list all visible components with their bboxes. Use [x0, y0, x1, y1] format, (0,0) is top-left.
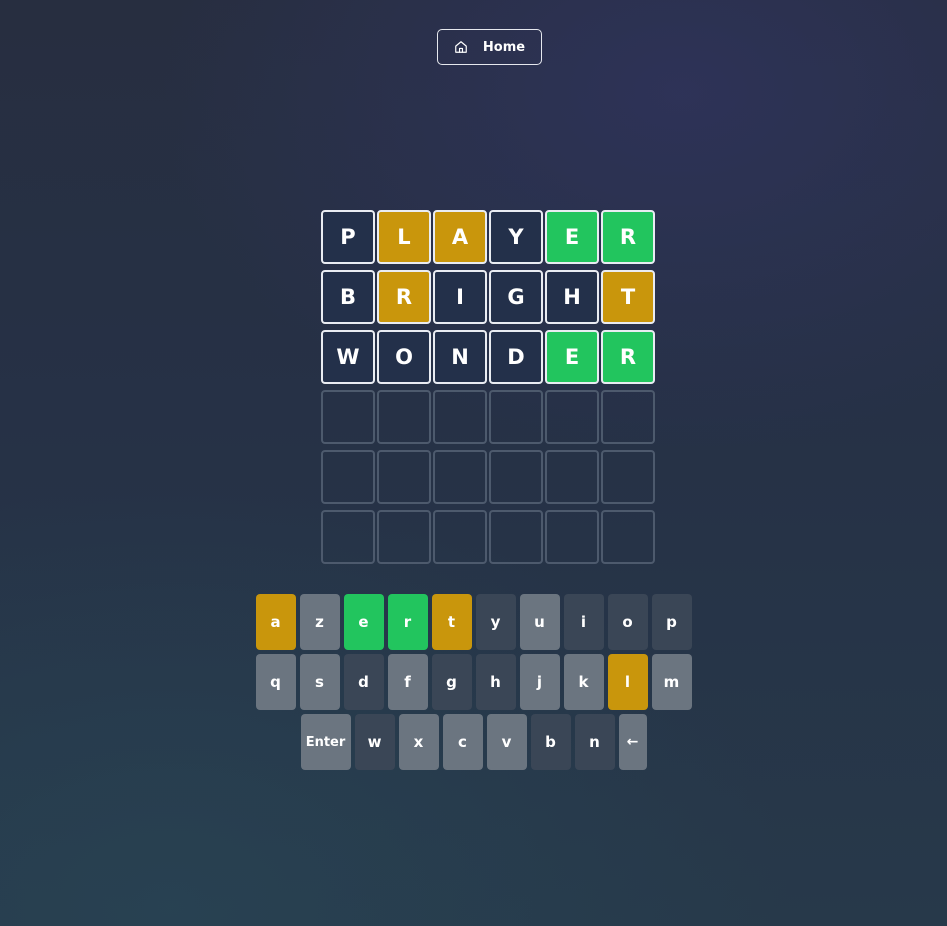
board-tile-empty — [321, 450, 375, 504]
board-tile: T — [601, 270, 655, 324]
board-tile-empty — [545, 390, 599, 444]
on-screen-keyboard: a z e r t y u i o p q s d f g h j k l m Enter w x c v b n ← — [0, 594, 947, 774]
board-tile: A — [433, 210, 487, 264]
keyboard-row: qsdfghjklm — [0, 654, 947, 710]
board-tile-empty — [321, 510, 375, 564]
board-tile: R — [377, 270, 431, 324]
board-tile: L — [377, 210, 431, 264]
board-tile: N — [433, 330, 487, 384]
board-tile: Y — [489, 210, 543, 264]
board-tile-empty — [377, 510, 431, 564]
key-s[interactable]: s — [299, 654, 340, 710]
home-button[interactable]: Home — [437, 29, 542, 65]
board-tile-empty — [489, 510, 543, 564]
key-f[interactable]: f — [387, 654, 428, 710]
key-e[interactable]: e — [343, 594, 384, 650]
board-tile-empty — [433, 510, 487, 564]
key-v[interactable]: v — [486, 714, 527, 770]
key-u[interactable]: u — [519, 594, 560, 650]
board-tile: P — [321, 210, 375, 264]
key-n[interactable]: n — [574, 714, 615, 770]
keyboard-row: Enter w x c v b n ← — [0, 714, 947, 770]
board-tile: G — [489, 270, 543, 324]
board-tile-empty — [489, 450, 543, 504]
key-z[interactable]: z — [299, 594, 340, 650]
board-tile-empty — [601, 510, 655, 564]
board-tile: E — [545, 330, 599, 384]
enter-key[interactable]: Enter — [300, 714, 351, 770]
key-b[interactable]: b — [530, 714, 571, 770]
key-o[interactable]: o — [607, 594, 648, 650]
board-tile-empty — [601, 390, 655, 444]
key-q[interactable]: q — [255, 654, 296, 710]
board-tile-empty — [545, 450, 599, 504]
home-label: Home — [482, 39, 526, 55]
key-t[interactable]: t — [431, 594, 472, 650]
board-tile-empty — [321, 390, 375, 444]
board-tile: B — [321, 270, 375, 324]
backspace-key[interactable]: ← — [618, 714, 647, 770]
key-k[interactable]: k — [563, 654, 604, 710]
game-board: PLAYERBRIGHTWONDER — [321, 210, 655, 564]
keyboard-row: azertyuiop — [0, 594, 947, 650]
board-tile: W — [321, 330, 375, 384]
key-i[interactable]: i — [563, 594, 604, 650]
board-tile-empty — [433, 390, 487, 444]
key-h[interactable]: h — [475, 654, 516, 710]
board-tile-empty — [377, 450, 431, 504]
board-tile: I — [433, 270, 487, 324]
key-d[interactable]: d — [343, 654, 384, 710]
board-tile-empty — [545, 510, 599, 564]
board-tile: O — [377, 330, 431, 384]
board-tile: R — [601, 330, 655, 384]
key-c[interactable]: c — [442, 714, 483, 770]
home-icon — [454, 40, 468, 54]
key-w[interactable]: w — [354, 714, 395, 770]
key-r[interactable]: r — [387, 594, 428, 650]
key-m[interactable]: m — [651, 654, 692, 710]
board-tile-empty — [433, 450, 487, 504]
key-x[interactable]: x — [398, 714, 439, 770]
board-tile: E — [545, 210, 599, 264]
key-j[interactable]: j — [519, 654, 560, 710]
board-tile-empty — [601, 450, 655, 504]
key-y[interactable]: y — [475, 594, 516, 650]
board-tile-empty — [377, 390, 431, 444]
key-p[interactable]: p — [651, 594, 692, 650]
board-tile: D — [489, 330, 543, 384]
board-tile: H — [545, 270, 599, 324]
key-l[interactable]: l — [607, 654, 648, 710]
key-g[interactable]: g — [431, 654, 472, 710]
board-tile: R — [601, 210, 655, 264]
key-a[interactable]: a — [255, 594, 296, 650]
board-tile-empty — [489, 390, 543, 444]
